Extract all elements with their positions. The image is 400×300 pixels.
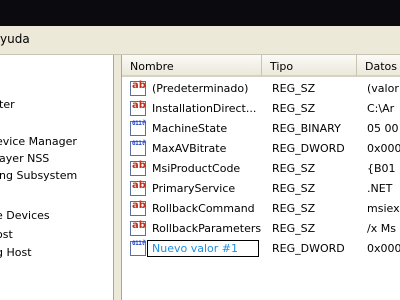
menu-bar: yuda (0, 26, 400, 55)
binary-value-icon (130, 121, 146, 136)
value-data: .NET (367, 182, 393, 195)
list-item[interactable]: InstallationDirect... REG_SZ C:\Ar (122, 99, 400, 119)
value-name: RollbackCommand (152, 202, 255, 215)
value-type: REG_DWORD (272, 142, 345, 155)
value-type: REG_SZ (272, 182, 316, 195)
value-type: REG_SZ (272, 102, 316, 115)
column-header-data[interactable]: Datos (357, 55, 400, 77)
value-type: REG_BINARY (272, 122, 341, 135)
value-type: REG_SZ (272, 162, 316, 175)
value-type: REG_DWORD (272, 242, 345, 255)
tree-item[interactable]: g Host (0, 246, 32, 259)
value-data: 0x000 (367, 242, 400, 255)
string-value-icon (130, 180, 146, 196)
tree-item[interactable]: evice Manager (0, 135, 77, 148)
value-data: (valor (367, 82, 399, 95)
value-type: REG_SZ (272, 202, 316, 215)
value-name: MsiProductCode (152, 162, 241, 175)
value-data: msiex (367, 202, 400, 215)
list-item[interactable]: MachineState REG_BINARY 05 00 (122, 119, 400, 139)
value-data: C:\Ar (367, 102, 395, 115)
tree-item[interactable]: ing Subsystem (0, 169, 77, 182)
list-item[interactable]: MaxAVBitrate REG_DWORD 0x000 (122, 139, 400, 159)
tree-item[interactable]: iter (0, 98, 15, 111)
column-header-name[interactable]: Nombre (122, 55, 262, 77)
value-name: InstallationDirect... (152, 102, 257, 115)
list-item[interactable]: (Predeterminado) REG_SZ (valor (122, 79, 400, 99)
value-type: REG_SZ (272, 82, 316, 95)
value-name: PrimaryService (152, 182, 236, 195)
value-name: RollbackParameters (152, 222, 262, 235)
string-value-icon (130, 200, 146, 216)
tree-item[interactable]: ost (0, 228, 13, 241)
rename-input[interactable]: Nuevo valor #1 (147, 240, 259, 257)
binary-value-icon (130, 141, 146, 156)
title-bar (0, 0, 400, 26)
list-item[interactable]: RollbackCommand REG_SZ msiex (122, 199, 400, 219)
tree-item[interactable]: e Devices (0, 209, 50, 222)
value-name: (Predeterminado) (152, 82, 249, 95)
value-data: 0x000 (367, 142, 400, 155)
values-list[interactable]: Nombre Tipo Datos (Predeterminado) REG_SZ… (122, 55, 400, 300)
list-item-editing[interactable]: Nuevo valor #1 REG_DWORD 0x000 (122, 239, 400, 259)
list-item[interactable]: RollbackParameters REG_SZ/x Ms (122, 219, 400, 239)
menu-help[interactable]: yuda (0, 32, 30, 46)
string-value-icon (130, 80, 146, 96)
value-name: MaxAVBitrate (152, 142, 227, 155)
list-item[interactable]: PrimaryService REG_SZ .NET (122, 179, 400, 199)
tree-item[interactable]: layer NSS (0, 152, 49, 165)
value-type: REG_SZ (272, 222, 316, 235)
string-value-icon (130, 100, 146, 116)
list-item[interactable]: MsiProductCode REG_SZ {B01 (122, 159, 400, 179)
value-data: {B01 (367, 162, 396, 175)
value-name: MachineState (152, 122, 228, 135)
binary-value-icon (130, 241, 146, 256)
registry-tree[interactable]: iter evice Manager layer NSS ing Subsystem e… (0, 55, 113, 300)
string-value-icon (130, 160, 146, 176)
pane-splitter[interactable] (113, 55, 122, 300)
string-value-icon (130, 220, 146, 236)
value-data: 05 00 (367, 122, 399, 135)
column-header-type[interactable]: Tipo (262, 55, 357, 77)
value-data: /x Ms (367, 222, 396, 235)
